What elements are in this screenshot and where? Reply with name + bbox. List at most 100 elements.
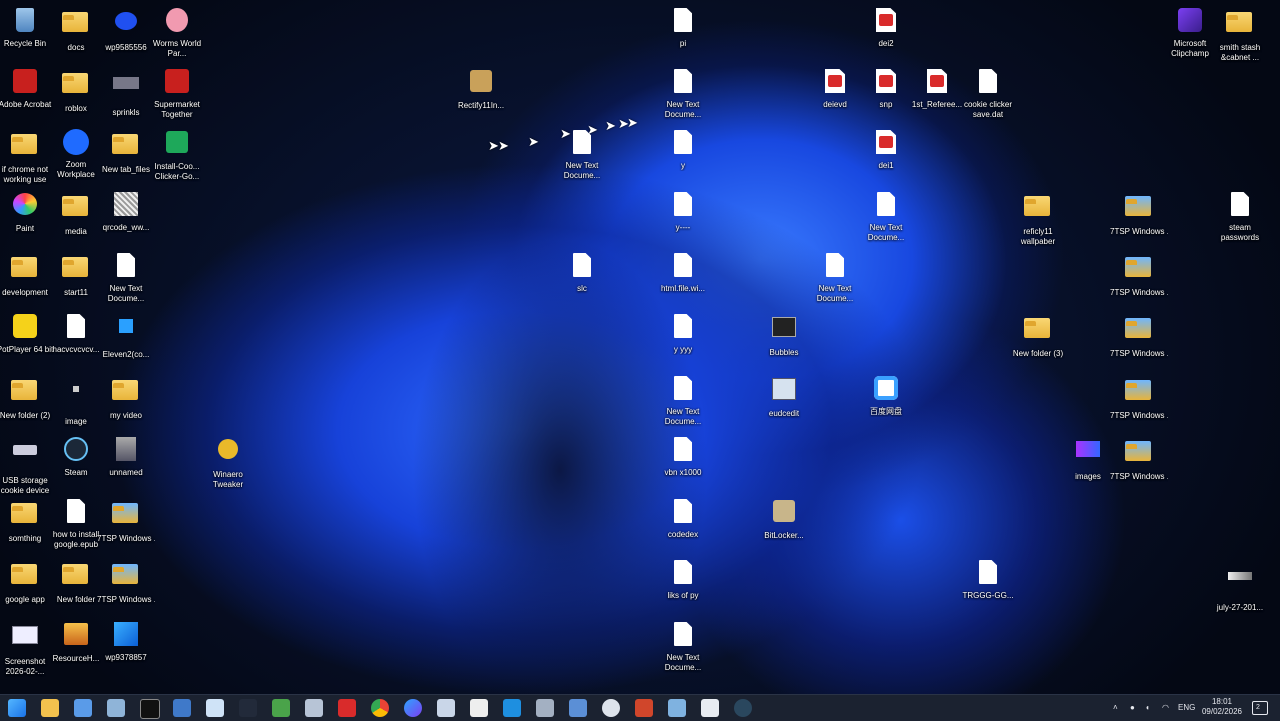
text-file-icon: [568, 253, 596, 281]
desktop-icon-7tsp-b[interactable]: 7TSP Windows ...: [97, 558, 155, 605]
store-icon[interactable]: [569, 699, 587, 717]
desktop-icon-july-27[interactable]: july-27-201...: [1211, 558, 1269, 613]
chevron-up-icon[interactable]: ˄: [1113, 695, 1118, 721]
file-explorer-icon[interactable]: [41, 699, 59, 717]
desktop-icon-bubbles[interactable]: Bubbles: [755, 312, 813, 358]
desktop-icon-pi[interactable]: pi: [654, 6, 712, 49]
desktop-icon-unnamed[interactable]: unnamed: [97, 435, 155, 478]
desktop-icon-7tsp-a[interactable]: 7TSP Windows ...: [97, 497, 155, 544]
volume-icon[interactable]: ◖: [1145, 695, 1150, 721]
settings-gear-icon[interactable]: [602, 699, 620, 717]
desktop-icon-supermarket[interactable]: Supermarket Together: [148, 67, 206, 120]
desktop-icon-liks-of-py[interactable]: liks of py: [654, 558, 712, 601]
pdf-file-icon: [923, 69, 951, 97]
chrome-icon[interactable]: [371, 699, 389, 717]
desktop-icon-google-app[interactable]: google app: [0, 558, 54, 605]
desktop-icon-development[interactable]: development: [0, 251, 54, 298]
desktop-icon-bitlocker[interactable]: BitLocker...: [755, 497, 813, 541]
cursor-icon: ➤: [498, 138, 509, 153]
steam-taskbar-icon[interactable]: [734, 699, 752, 717]
desktop-icon-new-text-doc-d[interactable]: New Text Docume...: [654, 620, 712, 673]
desktop-icon-html-file[interactable]: html.file.wi...: [654, 251, 712, 294]
desktop-icon-y-dashes[interactable]: y----: [654, 190, 712, 233]
desktop-icon-eudcedit[interactable]: eudcedit: [755, 374, 813, 419]
acrobat-taskbar-icon[interactable]: [338, 699, 356, 717]
desktop-icon-new-text-doc-mid[interactable]: New Text Docume...: [553, 128, 611, 181]
desktop-icon-smith-stash[interactable]: smith stash &cabnet ...: [1211, 6, 1269, 63]
desktop-icon-reficly11[interactable]: reficly11 wallpaber: [1009, 190, 1067, 247]
desktop-icon-7tsp-c[interactable]: 7TSP Windows ...: [1110, 190, 1168, 237]
desktop-icon-new-text-doc-c[interactable]: New Text Docume...: [654, 374, 712, 427]
desktop-icon-winaero[interactable]: Winaero Tweaker: [199, 435, 257, 490]
desktop-icon-deievd[interactable]: deievd: [806, 67, 864, 110]
desktop-icon-paint[interactable]: Paint: [0, 190, 54, 234]
desktop-icon-vbn[interactable]: vbn x1000: [654, 435, 712, 478]
desktop-icon-new-text-doc-b[interactable]: New Text Docume...: [654, 67, 712, 120]
desktop-icon-worms[interactable]: Worms World Par...: [148, 6, 206, 59]
language-indicator[interactable]: ENG: [1178, 695, 1195, 721]
desktop-icon-new-tab-files[interactable]: New tab_files: [97, 128, 155, 175]
notification-center-button[interactable]: 2: [1252, 701, 1268, 715]
desktop-icon-cookie-clicker-save[interactable]: cookie clicker save.dat: [959, 67, 1017, 120]
desktop-icon-steam-passwords[interactable]: steam passwords: [1211, 190, 1269, 243]
copilot-icon[interactable]: [404, 699, 422, 717]
desktop-icon-7tsp-g[interactable]: 7TSP Windows ...: [1110, 435, 1168, 482]
desktop-icon-usb-storage[interactable]: USB storage cookie device: [0, 435, 54, 496]
desktop-icon-images[interactable]: images: [1059, 435, 1117, 482]
folder-icon: [1125, 441, 1153, 469]
gallery-icon[interactable]: [272, 699, 290, 717]
desktop-icon-install-cookie[interactable]: Install-Coo... Clicker-Go...: [148, 128, 206, 182]
start-button-icon[interactable]: [8, 699, 26, 717]
vscode-icon[interactable]: [503, 699, 521, 717]
desktop-icon-screenshot[interactable]: Screenshot 2026-02-...: [0, 620, 54, 677]
desktop-icon-new-folder-3[interactable]: New folder (3): [1009, 312, 1067, 359]
desktop-icon-wp9585556[interactable]: wp9585556: [97, 6, 155, 53]
desktop-icon-trggg[interactable]: TRGGG-GG...: [959, 558, 1017, 601]
powerpoint-icon[interactable]: [635, 699, 653, 717]
this-pc-icon[interactable]: [74, 699, 92, 717]
desktop-icon-y[interactable]: y: [654, 128, 712, 171]
desktop-icon-1st-referee[interactable]: 1st_Referee...: [908, 67, 966, 110]
desktop-icon-potplayer[interactable]: PotPlayer 64 bit: [0, 312, 54, 355]
desktop-icon-slc[interactable]: slc: [553, 251, 611, 294]
desktop-icon-recycle-bin[interactable]: Recycle Bin: [0, 6, 54, 49]
notepad-icon[interactable]: [206, 699, 224, 717]
desktop-icon-somthing[interactable]: somthing: [0, 497, 54, 544]
folder-icon: [1125, 257, 1153, 285]
desktop-icon-new-text-doc-f[interactable]: New Text Docume...: [857, 190, 915, 243]
phone-link-icon[interactable]: [536, 699, 554, 717]
desktop-icon-snp[interactable]: snp: [857, 67, 915, 110]
desktop-icon-dei2[interactable]: dei2: [857, 6, 915, 49]
desktop-icon-y-yyy[interactable]: y yyy: [654, 312, 712, 355]
photos-icon[interactable]: [668, 699, 686, 717]
desktop-icon-7tsp-e[interactable]: 7TSP Windows ...: [1110, 312, 1168, 359]
desktop-icon-7tsp-f[interactable]: 7TSP Windows ...: [1110, 374, 1168, 421]
wifi-icon[interactable]: ◠: [1162, 695, 1169, 721]
desktop-icon-sprinkls[interactable]: sprinkls: [97, 67, 155, 118]
files-icon[interactable]: [305, 699, 323, 717]
desktop-icon-chrome-folder[interactable]: if chrome not working use: [0, 128, 54, 185]
security-shield-icon[interactable]: [701, 699, 719, 717]
desktop-icon-new-text-doc-e[interactable]: New Text Docume...: [806, 251, 864, 304]
app-icon[interactable]: [239, 699, 257, 717]
desktop-icon-eleven2[interactable]: Eleven2(co...: [97, 312, 155, 360]
microphone-icon[interactable]: ●: [1130, 695, 1135, 721]
desktop-icon-baidu[interactable]: 百度网盘: [857, 374, 915, 417]
desktop-icon-rectify11[interactable]: Rectify11In...: [452, 67, 510, 111]
network-icon[interactable]: [107, 699, 125, 717]
bitlocker-icon: [770, 500, 798, 528]
desktop-icon-qrcode[interactable]: qrcode_ww...: [97, 190, 155, 233]
desktop-icon-my-video[interactable]: my video: [97, 374, 155, 421]
desktop-icon-codedex[interactable]: codedex: [654, 497, 712, 540]
terminal-icon[interactable]: [140, 699, 160, 719]
desktop-icon-7tsp-d[interactable]: 7TSP Windows ...: [1110, 251, 1168, 298]
zoom-taskbar-icon[interactable]: [437, 699, 455, 717]
desktop-icon-dei1[interactable]: dei1: [857, 128, 915, 171]
monitor-icon[interactable]: [173, 699, 191, 717]
desktop-icon-wp9378857[interactable]: wp9378857: [97, 620, 155, 663]
desktop-icon-new-folder-2[interactable]: New folder (2): [0, 374, 54, 421]
desktop-icon-new-text-doc[interactable]: New Text Docume...: [97, 251, 155, 304]
clock[interactable]: 18:01 09/02/2026: [1198, 697, 1246, 717]
desktop-icon-adobe-acrobat[interactable]: Adobe Acrobat: [0, 67, 54, 110]
notes-icon[interactable]: [470, 699, 488, 717]
